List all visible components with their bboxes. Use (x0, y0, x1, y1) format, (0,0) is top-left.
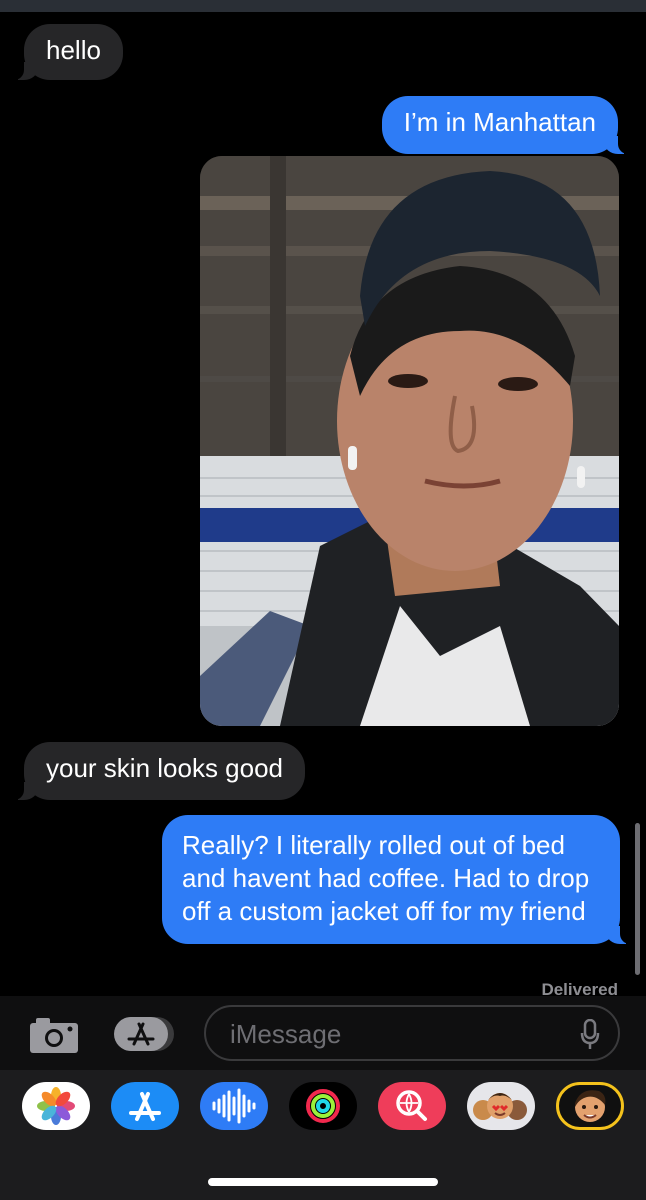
image-search-app-icon[interactable] (378, 1082, 446, 1130)
message-bubble-sent[interactable]: Really? I literally rolled out of bed an… (162, 815, 634, 944)
message-text: your skin looks good (46, 753, 284, 783)
delivered-status: Delivered (541, 980, 618, 997)
selfie-photo-attachment[interactable] (200, 156, 619, 726)
memoji-app-icon[interactable] (556, 1082, 624, 1130)
message-bubble-received[interactable]: your skin looks good (9, 742, 306, 800)
message-text: Really? I literally rolled out of bed an… (182, 830, 590, 926)
camera-icon[interactable] (28, 1015, 80, 1055)
top-status-strip (0, 0, 646, 12)
message-text: I’m in Manhattan (403, 107, 596, 137)
photos-app-icon[interactable] (22, 1082, 90, 1130)
memoji-stickers-app-icon[interactable] (467, 1082, 535, 1130)
microphone-icon[interactable] (580, 1018, 600, 1051)
activity-app-icon[interactable] (289, 1082, 357, 1130)
audio-message-app-icon[interactable] (200, 1082, 268, 1130)
message-text: hello (46, 35, 101, 65)
app-store-drawer-icon[interactable] (112, 1015, 176, 1053)
message-input[interactable] (230, 1017, 550, 1051)
message-bubble-received[interactable]: hello (10, 24, 123, 80)
imessage-field[interactable] (204, 1005, 620, 1061)
message-bubble-sent[interactable]: I’m in Manhattan (381, 96, 633, 154)
home-indicator[interactable] (208, 1178, 438, 1186)
app-store-app-icon[interactable] (111, 1082, 179, 1130)
scroll-indicator[interactable] (635, 823, 640, 975)
